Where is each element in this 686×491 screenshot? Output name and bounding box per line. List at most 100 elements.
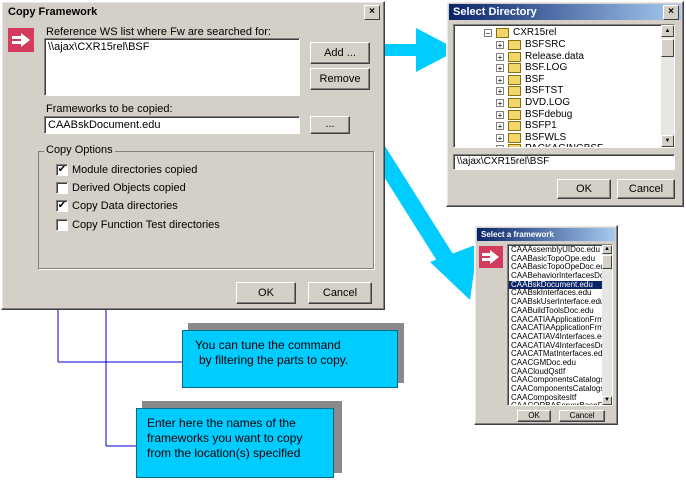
list-item[interactable]: CAAComponentsCatalogs.edu [509, 376, 602, 385]
callout-line: by filtering the parts to copy. [199, 353, 349, 367]
list-item[interactable]: CAABehaviorInterfacesDoc.edu [509, 272, 602, 281]
option-label[interactable]: Copy Data directories [72, 200, 178, 212]
expand-icon[interactable]: + [496, 145, 504, 147]
checkbox[interactable]: ✔ [56, 164, 68, 176]
list-item[interactable]: CAABuildToolsDoc.edu [509, 307, 602, 316]
collapse-icon[interactable]: − [484, 29, 492, 38]
expand-icon[interactable]: + [496, 52, 504, 61]
copy-framework-titlebar: Copy Framework × [4, 4, 382, 20]
option-label[interactable]: Module directories copied [72, 164, 197, 176]
close-icon: × [369, 6, 375, 17]
callout-tune-command: You can tune the command by filtering th… [182, 330, 398, 388]
ok-button[interactable]: OK [557, 179, 611, 199]
ok-button[interactable]: OK [517, 410, 551, 422]
checkbox[interactable] [56, 219, 68, 231]
folder-icon [508, 63, 521, 74]
directory-tree[interactable]: − CXR15rel + BSFSRC + Release.data + BSF.LOG +… [453, 24, 675, 148]
frameworks-input[interactable]: CAABskDocument.edu [44, 116, 300, 134]
list-item[interactable]: CAACATIAApplicationFrmDoc.e [509, 324, 602, 333]
tree-item-label: CXR15rel [513, 27, 557, 38]
scroll-up-arrow-icon[interactable]: ▲ [602, 245, 612, 254]
reference-list-item[interactable]: \\ajax\CXR15rel\BSF [48, 41, 149, 53]
tree-item-label: BSFP1 [525, 120, 557, 132]
scroll-thumb[interactable] [661, 39, 674, 57]
path-input-value: \\ajax\CXR15rel\BSF [457, 156, 550, 167]
checkbox[interactable] [56, 182, 68, 194]
copy-options-title: Copy Options [44, 144, 115, 156]
option-label[interactable]: Derived Objects copied [72, 182, 186, 194]
select-directory-titlebar: Select Directory × [449, 4, 681, 20]
folder-icon [508, 74, 521, 85]
framework-scrollbar[interactable]: ▲ ▼ [602, 245, 612, 405]
list-item[interactable]: CAABskUserInterface.edu [509, 298, 602, 307]
select-framework-dialog: Select a framework CAAAssemblyUIDoc.edu C… [474, 225, 618, 425]
option-label[interactable]: Copy Function Test directories [72, 219, 220, 231]
list-item[interactable]: CAACORBAServerBaseDoc.edu [509, 402, 602, 405]
app-icon [479, 246, 503, 268]
copy-framework-title: Copy Framework [8, 6, 98, 18]
list-item[interactable]: CAACATIAV4Interfaces.edu [509, 333, 602, 342]
folder-icon [508, 132, 521, 143]
list-item[interactable]: CAACATIAApplicationFrm.edu [509, 316, 602, 325]
expand-icon[interactable]: + [496, 41, 504, 50]
select-directory-dialog: Select Directory × − CXR15rel + BSFSRC + Re… [446, 1, 684, 207]
callout-enter-names: Enter here the names of the frameworks y… [136, 408, 334, 478]
cancel-button[interactable]: Cancel [559, 410, 605, 422]
expand-icon[interactable]: + [496, 64, 504, 73]
expand-icon[interactable]: + [496, 75, 504, 84]
list-item[interactable]: CAAComponentsCatalogsDoc.e [509, 385, 602, 394]
list-item[interactable]: CAACompositesItf [509, 394, 602, 403]
cancel-button[interactable]: Cancel [617, 179, 675, 199]
list-item[interactable]: CAABskInterfaces.edu [509, 289, 602, 298]
copy-framework-dialog: Copy Framework × Reference WS list where… [1, 1, 385, 310]
list-item[interactable]: CAABasicTopoOpe.edu [509, 255, 602, 264]
folder-icon [508, 98, 521, 108]
tree-item-label: BSFdebug [525, 108, 573, 120]
list-item[interactable]: CAACloudQstIf [509, 368, 602, 377]
list-item-selected[interactable]: CAABskDocument.edu [509, 280, 602, 290]
close-button[interactable]: × [364, 5, 380, 20]
framework-list[interactable]: CAAAssemblyUIDoc.edu CAABasicTopoOpe.edu C… [507, 244, 613, 406]
folder-icon [508, 86, 521, 97]
remove-button[interactable]: Remove [310, 68, 370, 90]
app-icon [8, 28, 34, 52]
tree-item-label: BSF.LOG [525, 62, 568, 74]
frameworks-label: Frameworks to be copied: [46, 103, 173, 115]
expand-icon[interactable]: + [496, 87, 504, 96]
scroll-down-arrow-icon[interactable]: ▼ [602, 396, 612, 405]
tree-item-label: DVD.LOG [525, 97, 571, 108]
folder-icon [508, 51, 521, 62]
close-button[interactable]: × [663, 5, 679, 20]
select-framework-titlebar: Select a framework [477, 228, 615, 241]
list-item[interactable]: CAABasicTopoOpeDoc.edu [509, 263, 602, 272]
list-item[interactable]: CAAAssemblyUIDoc.edu [509, 246, 602, 255]
select-directory-title: Select Directory [453, 6, 537, 18]
expand-icon[interactable]: + [496, 122, 504, 131]
expand-icon[interactable]: + [496, 99, 504, 108]
path-input[interactable]: \\ajax\CXR15rel\BSF [453, 154, 675, 170]
list-item[interactable]: CAACGMDoc.edu [509, 359, 602, 368]
expand-icon[interactable]: + [496, 133, 504, 142]
browse-button[interactable]: ... [310, 116, 350, 134]
scroll-thumb[interactable] [602, 255, 612, 269]
arrow-icon [12, 33, 30, 47]
tree-item-label: BSFTST [525, 85, 564, 97]
cancel-button[interactable]: Cancel [308, 282, 372, 304]
scroll-down-arrow-icon[interactable]: ▼ [661, 135, 674, 147]
ok-button[interactable]: OK [236, 282, 296, 304]
tree-item-label: PACKAGINGBSF [525, 143, 603, 147]
callout-line: You can tune the command [195, 338, 341, 352]
add-button[interactable]: Add ... [310, 42, 370, 64]
folder-icon [508, 40, 521, 50]
reference-list[interactable]: \\ajax\CXR15rel\BSF [44, 38, 300, 96]
expand-icon[interactable]: + [496, 110, 504, 119]
scroll-up-arrow-icon[interactable]: ▲ [661, 25, 674, 37]
callout-line: frameworks you want to copy [147, 431, 303, 445]
list-item[interactable]: CAACATMatInterfaces.edu [509, 350, 602, 359]
tree-item-label: Release.data [525, 50, 584, 62]
tree-scrollbar[interactable]: ▲ ▼ [661, 25, 674, 147]
checkbox[interactable]: ✔ [56, 200, 68, 212]
close-icon: × [668, 6, 674, 17]
list-item[interactable]: CAACATIAV4InterfacesDoc.edu [509, 342, 602, 351]
arrow-icon [482, 250, 499, 264]
